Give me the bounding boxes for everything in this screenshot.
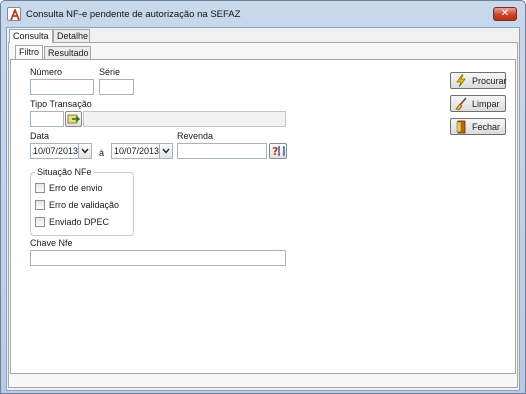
lightning-icon — [456, 74, 466, 88]
search-question-icon: ? — [272, 145, 285, 158]
data-label: Data — [30, 131, 50, 141]
title-bar[interactable]: Consulta NF-e pendente de autorização na… — [1, 1, 525, 27]
date-range-separator: à — [99, 148, 105, 158]
broom-icon — [455, 97, 467, 111]
fechar-button[interactable]: Fechar — [450, 118, 506, 135]
tipo-transacao-label: Tipo Transação — [30, 99, 92, 109]
revenda-search-button[interactable]: ? — [269, 143, 287, 159]
data-to-dropdown-button[interactable] — [159, 144, 172, 158]
limpar-button[interactable]: Limpar — [450, 95, 506, 112]
erro-envio-checkbox[interactable] — [35, 183, 45, 193]
app-logo-icon — [7, 7, 21, 21]
tab-detalhe[interactable]: Detalhe — [53, 29, 90, 42]
filtro-panel: Número Série Tipo Transação Data 10/07/2… — [10, 59, 516, 374]
chevron-down-icon — [162, 148, 170, 154]
revenda-label: Revenda — [177, 131, 214, 141]
revenda-input[interactable] — [177, 143, 267, 159]
tab-resultado[interactable]: Resultado — [44, 46, 91, 59]
chave-nfe-input[interactable] — [30, 250, 286, 266]
tipo-transacao-lookup-button[interactable] — [65, 111, 82, 127]
close-icon: ✕ — [500, 8, 510, 19]
tab-filtro[interactable]: Filtro — [15, 45, 43, 59]
data-to-picker[interactable]: 10/07/2013 — [111, 143, 173, 159]
close-button[interactable]: ✕ — [493, 7, 517, 21]
serie-label: Série — [99, 67, 121, 77]
numero-label: Número — [30, 67, 63, 77]
tab-consulta[interactable]: Consulta — [9, 29, 53, 43]
data-from-picker[interactable]: 10/07/2013 — [30, 143, 92, 159]
tipo-transacao-code-input[interactable] — [30, 111, 64, 127]
lookup-arrow-icon — [67, 114, 81, 124]
serie-input[interactable] — [99, 79, 134, 95]
erro-validacao-checkbox[interactable] — [35, 200, 45, 210]
consulta-panel: Filtro Resultado Número Série Tipo Trans… — [8, 42, 518, 388]
data-from-dropdown-button[interactable] — [78, 144, 91, 158]
chave-nfe-label: Chave Nfe — [30, 238, 73, 248]
enviado-dpec-checkbox[interactable] — [35, 217, 45, 227]
client-area: Consulta Detalhe Filtro Resultado Número… — [6, 27, 520, 391]
svg-text:?: ? — [272, 145, 278, 158]
situacao-nfe-group: Situação NFe Erro de envio Erro de valid… — [30, 167, 134, 236]
window-title: Consulta NF-e pendente de autorização na… — [26, 9, 241, 20]
status-bar — [6, 371, 520, 389]
procurar-button[interactable]: Procurar — [450, 72, 507, 89]
chevron-down-icon — [81, 148, 89, 154]
application-window: Consulta NF-e pendente de autorização na… — [0, 0, 526, 394]
door-icon — [456, 120, 466, 134]
tipo-transacao-description — [83, 111, 286, 127]
situacao-nfe-label: Situação NFe — [35, 167, 94, 177]
numero-input[interactable] — [30, 79, 94, 95]
